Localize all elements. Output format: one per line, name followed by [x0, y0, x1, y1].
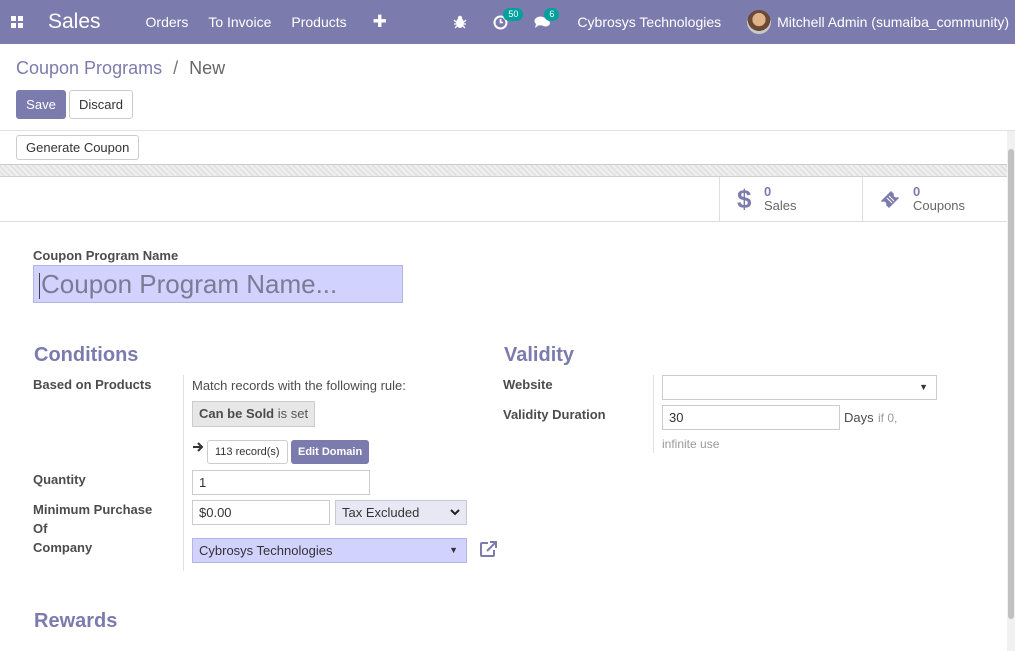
- plus-icon[interactable]: ✚: [373, 12, 387, 32]
- chevron-down-icon: [450, 501, 460, 531]
- match-rule-text: Match records with the following rule:: [192, 378, 406, 393]
- form-statusbar: Generate Coupon: [0, 131, 1007, 165]
- validity-title: Validity: [504, 344, 575, 366]
- conditions-separator: [183, 375, 184, 571]
- menu-to-invoice[interactable]: To Invoice: [208, 14, 271, 30]
- company-value: Cybrosys Technologies: [199, 543, 333, 558]
- records-count-button[interactable]: 113 record(s): [207, 440, 288, 464]
- validity-hint-1: if 0,: [878, 411, 898, 425]
- validity-separator: [653, 375, 654, 453]
- rewards-title: Rewards: [34, 610, 118, 632]
- company-label: Company: [33, 540, 93, 555]
- name-placeholder: Coupon Program Name...: [41, 269, 338, 299]
- tax-mode-value: Tax Excluded: [342, 505, 420, 520]
- domain-rule-tag[interactable]: Can be Sold is set: [192, 401, 316, 427]
- validity-duration-label: Validity Duration: [503, 407, 606, 422]
- activity-clock-icon[interactable]: 50: [493, 7, 524, 30]
- quantity-input[interactable]: 1: [192, 470, 370, 495]
- menu-orders[interactable]: Orders: [146, 14, 189, 30]
- control-panel: Coupon Programs / New Save Discard: [0, 44, 1015, 131]
- messages-icon[interactable]: 6: [534, 8, 560, 29]
- discard-button[interactable]: Discard: [69, 90, 133, 119]
- menu-products[interactable]: Products: [291, 14, 346, 30]
- save-button[interactable]: Save: [16, 90, 66, 119]
- quantity-label: Quantity: [33, 472, 86, 487]
- vertical-scrollbar[interactable]: [1007, 131, 1015, 651]
- breadcrumb: Coupon Programs / New: [16, 58, 225, 79]
- coupons-count: 0: [913, 184, 921, 199]
- app-name[interactable]: Sales: [48, 10, 101, 34]
- external-link-icon[interactable]: [479, 540, 498, 561]
- validity-duration-input[interactable]: 30: [662, 405, 840, 430]
- company-select[interactable]: Cybrosys Technologies ▼: [192, 538, 467, 563]
- arrow-right-icon: [192, 441, 204, 456]
- website-label: Website: [503, 377, 553, 392]
- website-select[interactable]: ▼: [662, 375, 937, 400]
- bug-icon[interactable]: [453, 15, 467, 29]
- top-navbar: Sales Orders To Invoice Products ✚ 50 6 …: [0, 0, 1015, 44]
- caret-down-icon: ▼: [449, 545, 458, 555]
- coupons-label: Coupons: [913, 198, 966, 213]
- coupons-stat: 0 Coupons: [913, 185, 965, 213]
- breadcrumb-coupon-programs[interactable]: Coupon Programs: [16, 58, 162, 78]
- coupon-program-name-input[interactable]: Coupon Program Name...: [33, 265, 403, 303]
- statusbar-divider: [0, 165, 1007, 177]
- tax-mode-select[interactable]: Tax Excluded: [335, 500, 467, 525]
- sales-stat: 0 Sales: [764, 185, 797, 213]
- sales-count: 0: [764, 184, 772, 199]
- activity-badge: 50: [503, 7, 524, 21]
- conditions-title: Conditions: [34, 344, 139, 366]
- messages-badge: 6: [544, 8, 560, 21]
- coupon-program-name-label: Coupon Program Name: [33, 248, 179, 263]
- svg-text:$: $: [737, 186, 752, 212]
- minimum-purchase-label: Minimum Purchase: [33, 502, 153, 517]
- edit-domain-button[interactable]: Edit Domain: [291, 440, 370, 464]
- domain-field: Can be Sold: [199, 406, 275, 421]
- days-label: Days: [844, 410, 874, 425]
- sales-label: Sales: [764, 198, 797, 213]
- based-on-products-label: Based on Products: [33, 377, 152, 392]
- apps-menu-icon[interactable]: [0, 0, 34, 44]
- user-avatar[interactable]: [747, 10, 772, 34]
- scrollbar-thumb[interactable]: [1008, 149, 1014, 619]
- domain-operator: is set: [277, 406, 309, 421]
- dollar-icon: $: [736, 186, 752, 212]
- minimum-purchase-input[interactable]: $0.00: [192, 500, 330, 525]
- coupons-smart-button[interactable]: 0 Coupons: [862, 177, 1005, 221]
- validity-hint-2: infinite use: [662, 437, 720, 451]
- user-menu[interactable]: Mitchell Admin (sumaiba_community): [777, 14, 1009, 30]
- breadcrumb-separator: /: [173, 58, 179, 78]
- form-view: Generate Coupon $ 0 Sales 0 Coupons Coup…: [0, 131, 1007, 651]
- sales-smart-button[interactable]: $ 0 Sales: [719, 177, 862, 221]
- ticket-icon: [879, 189, 901, 209]
- company-switcher[interactable]: Cybrosys Technologies: [577, 14, 721, 30]
- caret-down-icon: ▼: [919, 382, 928, 392]
- breadcrumb-current: New: [189, 58, 226, 78]
- minimum-purchase-label-of: Of: [33, 521, 48, 536]
- generate-coupon-button[interactable]: Generate Coupon: [16, 135, 140, 160]
- button-box: $ 0 Sales 0 Coupons: [0, 177, 1007, 222]
